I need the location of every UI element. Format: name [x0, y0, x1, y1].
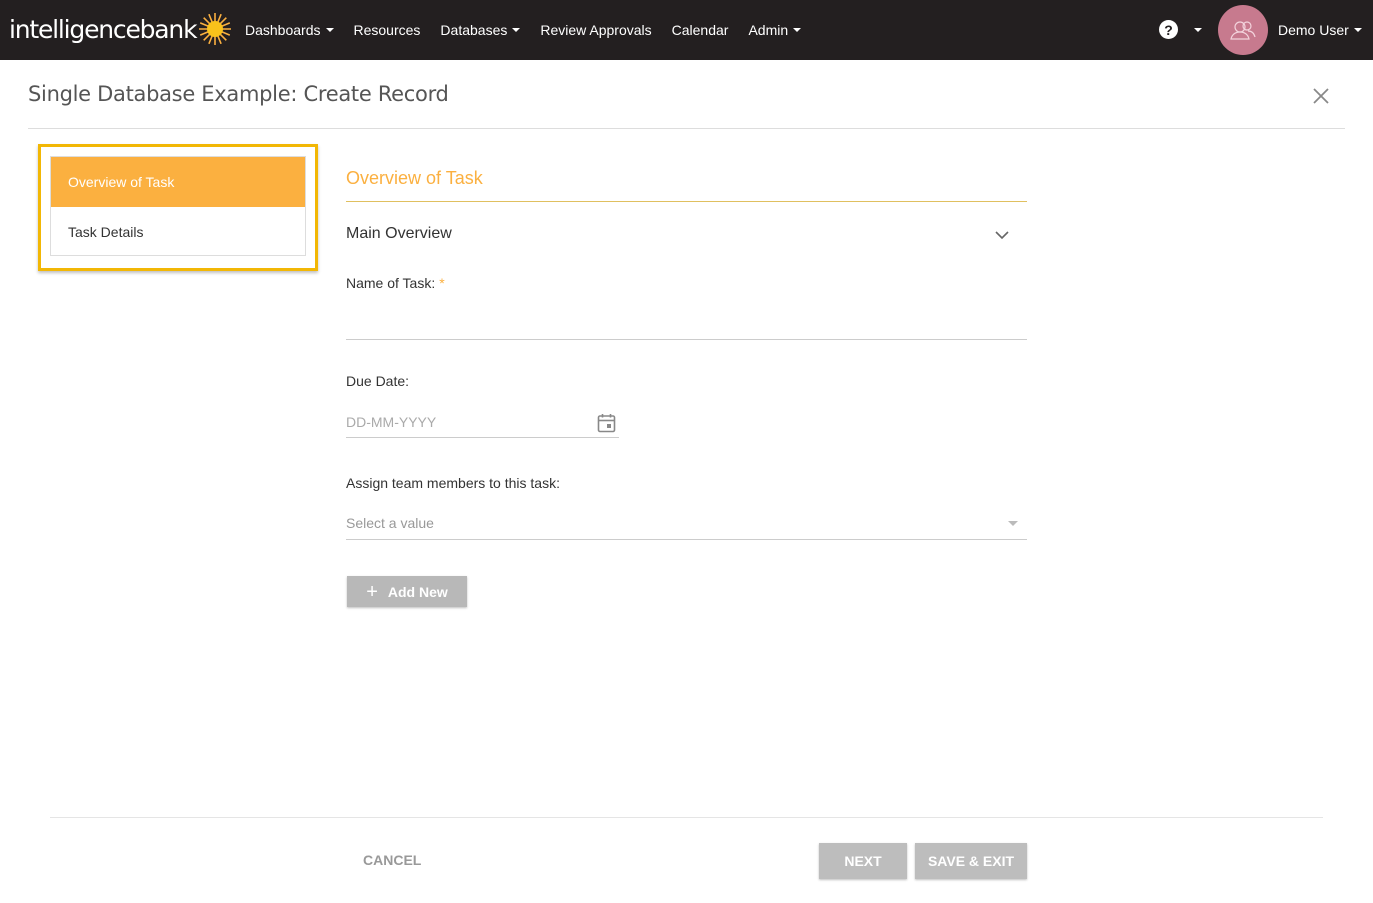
section-divider — [346, 201, 1027, 202]
user-menu[interactable]: Demo User — [1278, 0, 1362, 60]
caret-down-icon — [325, 28, 334, 32]
next-button[interactable]: NEXT — [819, 843, 907, 879]
sidebar-item-overview-of-task[interactable]: Overview of Task — [51, 157, 305, 207]
chevron-down-icon[interactable] — [995, 230, 1009, 240]
required-mark: * — [439, 275, 445, 291]
assign-members-label: Assign team members to this task: — [346, 475, 560, 491]
select-caret-icon[interactable] — [1008, 521, 1018, 526]
logo-text: intelligencebank — [9, 14, 198, 44]
user-name: Demo User — [1278, 22, 1349, 38]
caret-down-icon — [1353, 28, 1362, 32]
due-date-label: Due Date: — [346, 373, 410, 389]
nav-dashboards[interactable]: Dashboards — [245, 22, 334, 38]
name-of-task-label: Name of Task: * — [346, 275, 445, 291]
caret-down-icon — [793, 28, 802, 32]
name-field-underline — [346, 339, 1027, 340]
save-and-exit-button[interactable]: SAVE & EXIT — [915, 843, 1027, 879]
calendar-icon[interactable] — [597, 413, 616, 433]
sidebar-item-label: Task Details — [68, 223, 144, 240]
nav-review-approvals[interactable]: Review Approvals — [540, 22, 651, 38]
user-avatar-icon — [1230, 21, 1256, 40]
nav-resources[interactable]: Resources — [354, 22, 421, 38]
nav-review-approvals-label: Review Approvals — [540, 22, 652, 38]
name-of-task-label-text: Name of Task: — [346, 275, 436, 291]
nav-databases[interactable]: Databases — [440, 22, 521, 38]
add-new-button[interactable]: + Add New — [347, 576, 467, 607]
avatar[interactable] — [1218, 5, 1268, 55]
section-title: Overview of Task — [346, 168, 483, 188]
sidebar-item-task-details[interactable]: Task Details — [51, 207, 305, 256]
name-of-task-input[interactable] — [346, 313, 1027, 335]
plus-icon: + — [366, 580, 378, 603]
sun-icon — [199, 13, 232, 45]
nav-calendar-label: Calendar — [671, 22, 729, 38]
nav-databases-label: Databases — [440, 22, 508, 38]
footer-divider — [50, 817, 1323, 818]
add-new-label: Add New — [387, 583, 448, 600]
due-date-underline — [346, 437, 619, 438]
caret-down-icon — [512, 28, 521, 32]
due-date-input[interactable] — [346, 412, 586, 432]
header-divider — [28, 128, 1345, 129]
nav-resources-label: Resources — [353, 22, 421, 38]
sidebar-item-label: Overview of Task — [68, 174, 175, 190]
subsection-title: Main Overview — [346, 225, 452, 242]
sidebar-steps: Overview of Task Task Details — [50, 156, 306, 256]
main-nav: Dashboards Resources Databases Review Ap… — [245, 0, 821, 60]
help-dropdown-caret-icon[interactable] — [1194, 28, 1202, 32]
assign-field-underline — [346, 539, 1027, 540]
brand-logo[interactable]: intelligencebank — [9, 12, 232, 46]
nav-calendar[interactable]: Calendar — [672, 22, 729, 38]
nav-admin[interactable]: Admin — [748, 22, 802, 38]
close-icon[interactable] — [1312, 87, 1330, 105]
top-navbar: intelligencebank Dashboards Resources Da… — [0, 0, 1373, 60]
nav-dashboards-label: Dashboards — [245, 22, 321, 38]
assign-members-select[interactable]: Select a value — [346, 515, 434, 531]
help-icon[interactable]: ? — [1159, 20, 1178, 39]
nav-admin-label: Admin — [748, 22, 789, 38]
page-title: Single Database Example: Create Record — [28, 82, 449, 106]
cancel-button[interactable]: CANCEL — [363, 852, 421, 868]
